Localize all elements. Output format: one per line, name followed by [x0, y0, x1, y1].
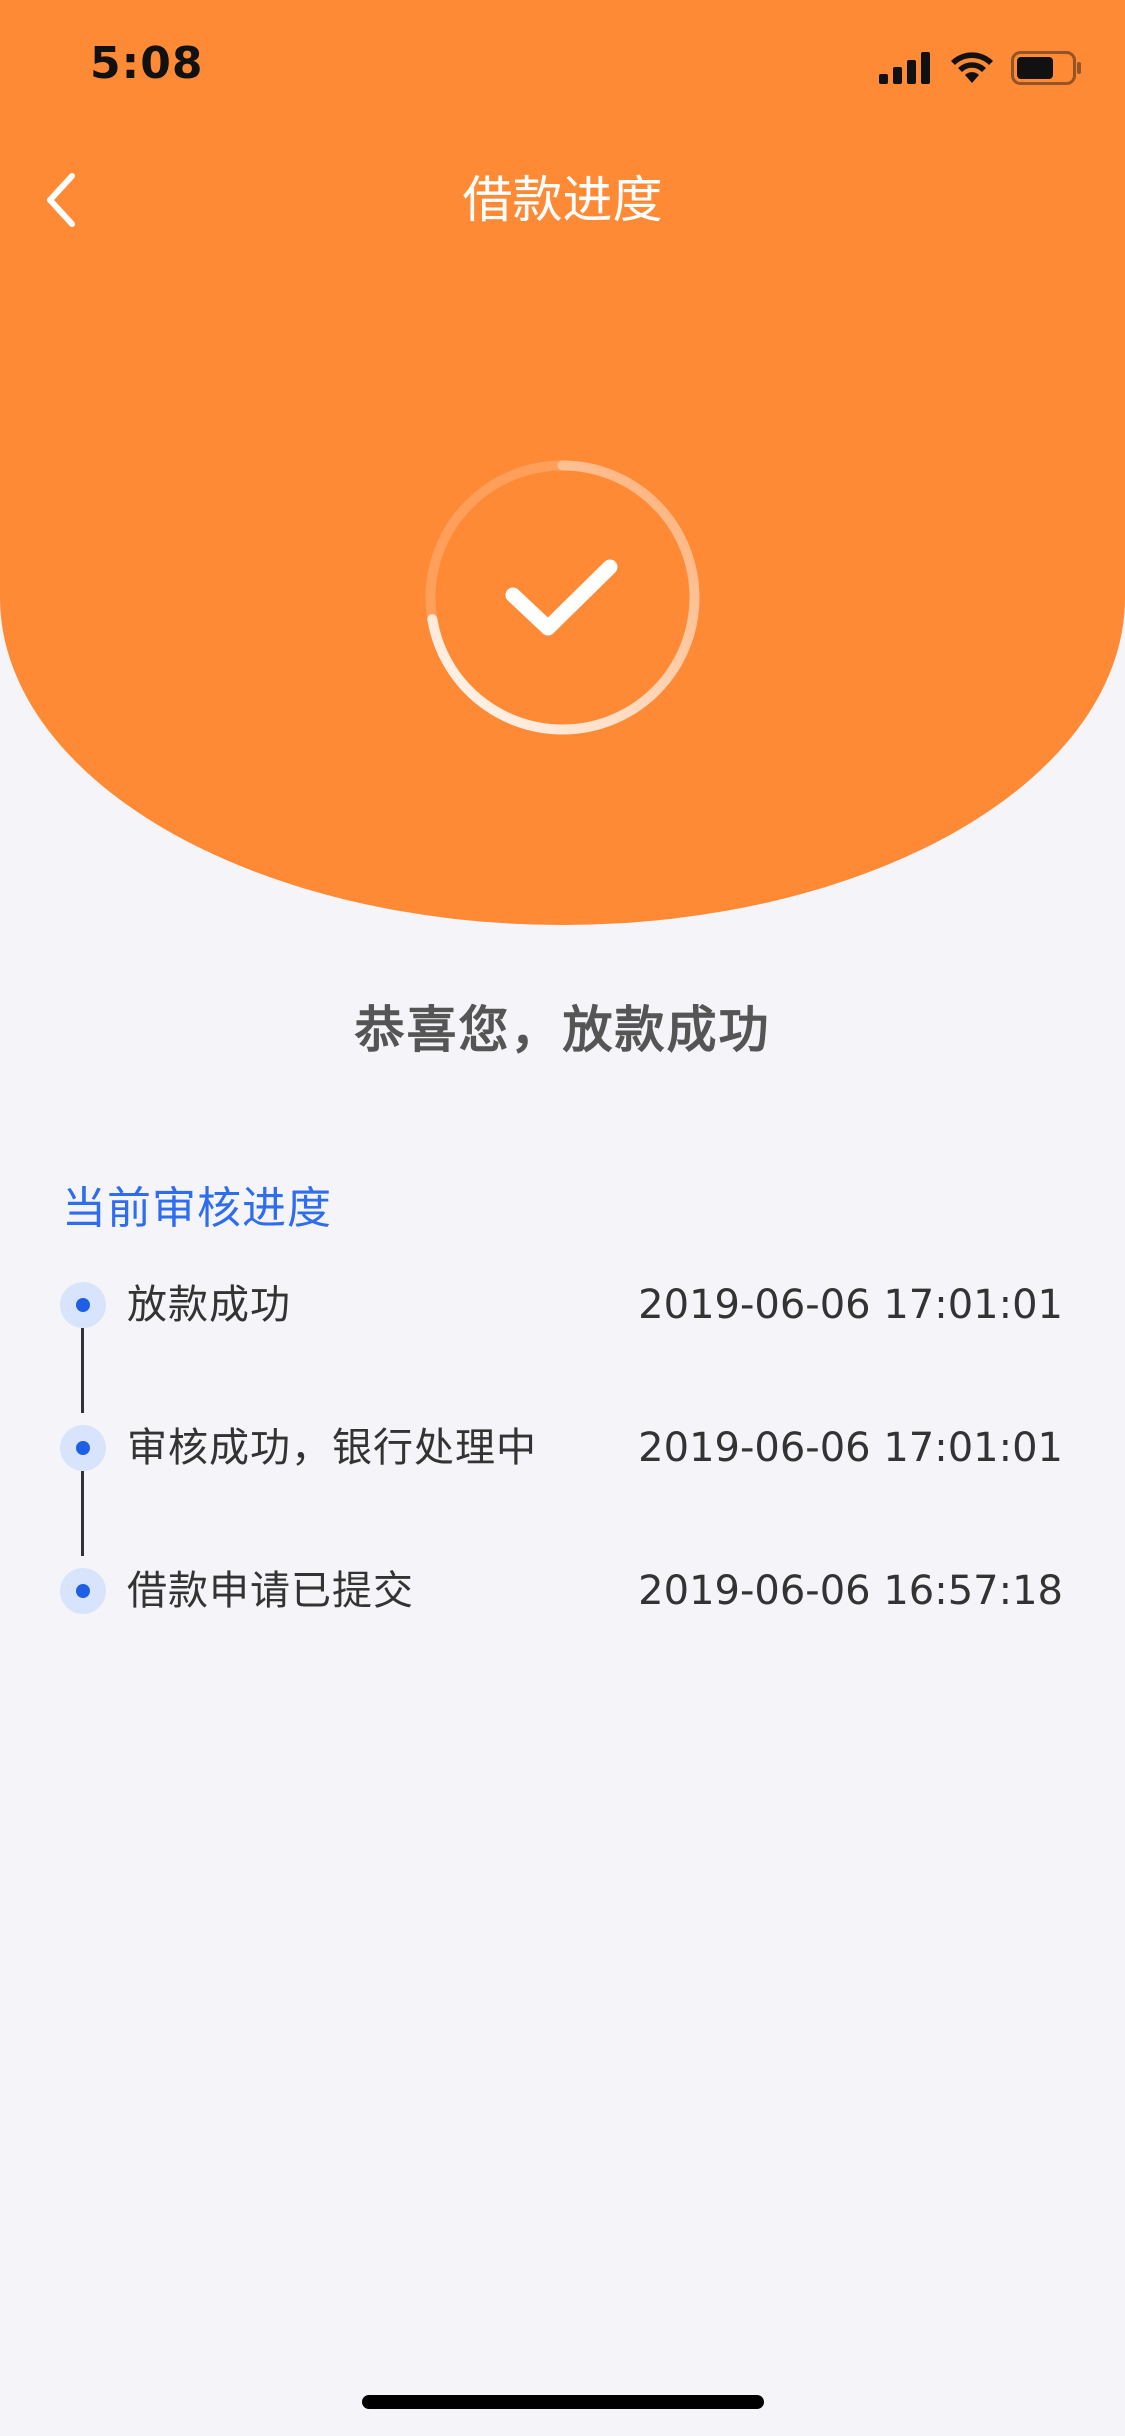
timeline-connector	[81, 1471, 84, 1556]
page-title: 借款进度	[462, 171, 663, 229]
timeline-dot	[60, 1282, 106, 1328]
timeline-dot	[60, 1568, 106, 1614]
status-icons	[879, 48, 1083, 88]
timeline-step-label: 借款申请已提交	[127, 1568, 414, 1614]
home-indicator[interactable]	[362, 2395, 764, 2409]
timeline-step-time: 2019-06-06 17:01:01	[638, 1425, 1063, 1471]
timeline-dot	[60, 1425, 106, 1471]
timeline-step-label: 审核成功，银行处理中	[127, 1425, 537, 1471]
timeline-step: 借款申请已提交 2019-06-06 16:57:18	[0, 1556, 1125, 1626]
timeline-step-time: 2019-06-06 17:01:01	[638, 1282, 1063, 1328]
success-check-icon	[425, 460, 700, 735]
progress-section-title: 当前审核进度	[62, 1183, 332, 1234]
timeline-step: 放款成功 2019-06-06 17:01:01	[0, 1270, 1125, 1340]
timeline-step-time: 2019-06-06 16:57:18	[638, 1568, 1063, 1614]
timeline-step-label: 放款成功	[127, 1282, 291, 1328]
timeline-step: 审核成功，银行处理中 2019-06-06 17:01:01	[0, 1413, 1125, 1483]
cellular-signal-icon	[879, 52, 930, 84]
battery-icon	[1011, 51, 1081, 85]
status-bar: 5:08	[0, 0, 1125, 132]
timeline-connector	[81, 1328, 84, 1413]
nav-bar: 借款进度	[0, 150, 1125, 250]
wifi-icon	[951, 52, 993, 83]
status-time: 5:08	[90, 38, 204, 89]
result-message: 恭喜您，放款成功	[354, 1001, 771, 1059]
